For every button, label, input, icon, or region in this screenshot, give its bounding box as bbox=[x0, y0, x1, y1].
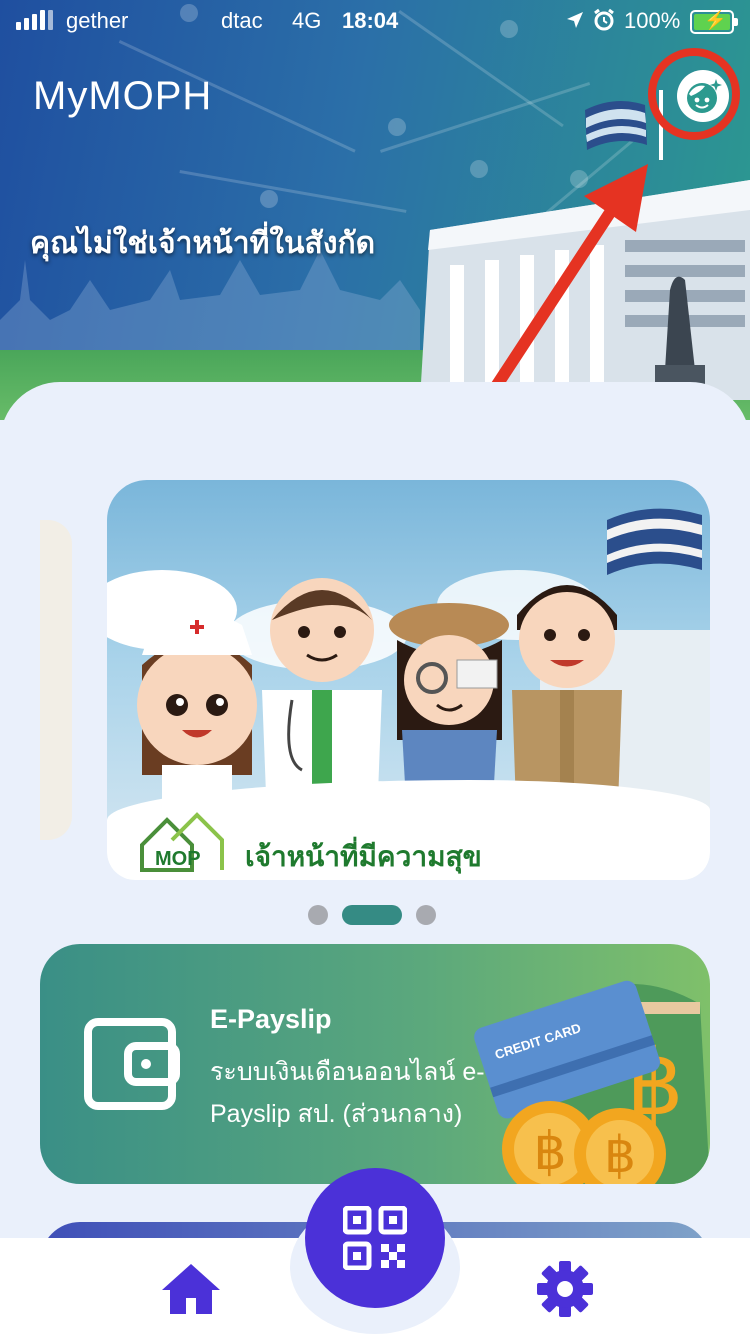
coin-1-symbol: ฿ bbox=[533, 1123, 566, 1181]
gear-icon[interactable] bbox=[536, 1260, 594, 1318]
qr-code-icon bbox=[343, 1206, 407, 1270]
carousel-dot-1[interactable] bbox=[308, 905, 328, 925]
carousel-dot-3[interactable] bbox=[416, 905, 436, 925]
annotation-arrow bbox=[489, 164, 648, 394]
carousel-dot-2[interactable] bbox=[342, 905, 402, 925]
epayslip-card[interactable]: E-Payslip ระบบเงินเดือนออนไลน์ e- Paysli… bbox=[40, 944, 710, 1184]
coin-2-symbol: ฿ bbox=[604, 1127, 636, 1183]
epayslip-description-1: ระบบเงินเดือนออนไลน์ e- bbox=[210, 1058, 485, 1086]
nurse-character bbox=[137, 612, 257, 815]
epayslip-title: E-Payslip bbox=[210, 1004, 332, 1034]
carousel-indicator bbox=[308, 905, 436, 925]
mop-logo-text: MOP bbox=[155, 848, 201, 870]
epayslip-description-2: Payslip สป. (ส่วนกลาง) bbox=[210, 1100, 463, 1128]
wallet-icon bbox=[84, 1018, 180, 1110]
qr-scan-button[interactable] bbox=[305, 1168, 445, 1308]
previous-slide-card[interactable] bbox=[40, 520, 72, 840]
promo-banner[interactable]: MOP เจ้าหน้าที่มีความสุข bbox=[107, 480, 710, 880]
home-icon[interactable] bbox=[160, 1262, 222, 1316]
money-bag-illustration: ฿ CREDIT CARD ฿ ฿ bbox=[474, 980, 710, 1184]
banner-tagline: เจ้าหน้าที่มีความสุข bbox=[245, 841, 482, 872]
mop-logo: MOP bbox=[140, 812, 224, 872]
